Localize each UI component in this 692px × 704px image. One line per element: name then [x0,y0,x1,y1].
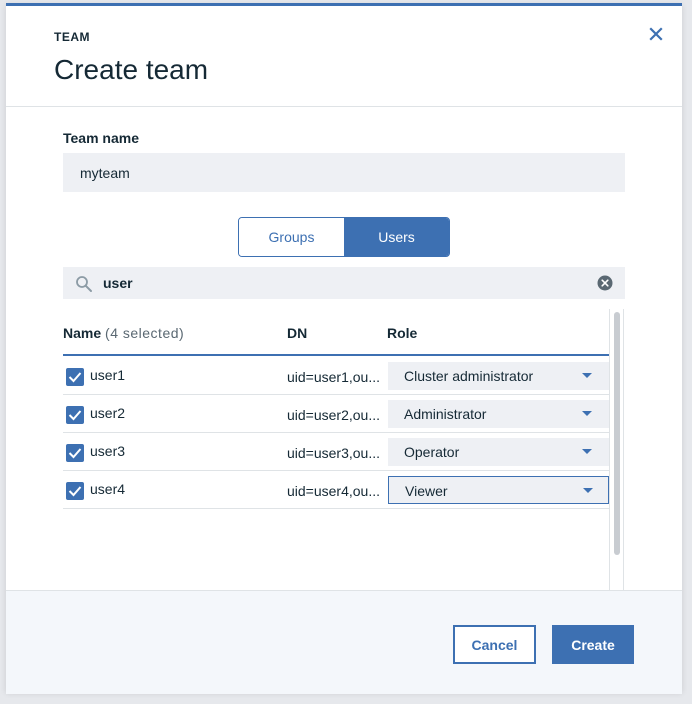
dialog-header: TEAM Create team [6,6,682,107]
scrollbar-thumb[interactable] [614,312,620,555]
role-value: Viewer [405,483,448,499]
checkmark-icon [68,410,82,421]
dialog-eyebrow: TEAM [54,30,90,44]
caret-down-icon [583,488,593,493]
table-row: user1 uid=user1,ou... Cluster administra… [63,357,610,395]
create-team-dialog: TEAM Create team Team name Groups Users … [6,3,682,694]
user-dn: uid=user4,ou... [287,483,381,499]
column-header-name[interactable]: Name (4 selected) [63,312,184,354]
caret-down-icon [582,411,592,416]
caret-down-icon [582,449,592,454]
table-header-divider [63,354,610,356]
user-name: user4 [90,481,126,497]
role-value: Administrator [404,406,487,422]
toggle-groups[interactable]: Groups [239,218,344,256]
user-search [63,267,625,299]
user-dn: uid=user3,ou... [287,445,381,461]
cancel-button[interactable]: Cancel [453,625,536,664]
row-checkbox[interactable] [66,406,84,424]
create-button[interactable]: Create [552,625,634,664]
row-checkbox[interactable] [66,444,84,462]
selected-count: (4 selected) [105,325,185,341]
caret-down-icon [582,373,592,378]
role-dropdown[interactable]: Cluster administrator [388,362,609,390]
table-row: user2 uid=user2,ou... Administrator [63,395,610,433]
column-header-role[interactable]: Role [387,312,417,354]
checkmark-icon [68,486,82,497]
search-input[interactable] [103,267,583,299]
checkmark-icon [68,448,82,459]
name-header-label: Name [63,325,102,341]
table-row: user4 uid=user4,ou... Viewer [63,471,610,509]
dialog-title: Create team [54,54,209,85]
toggle-users[interactable]: Users [344,218,449,256]
close-button[interactable] [646,24,666,44]
column-header-dn[interactable]: DN [287,312,307,354]
user-name: user3 [90,443,126,459]
table-row: user3 uid=user3,ou... Operator [63,433,610,471]
search-icon [76,276,92,292]
role-dropdown[interactable]: Administrator [388,400,609,428]
user-name: user1 [90,367,126,383]
row-checkbox[interactable] [66,368,84,386]
clear-search-icon[interactable] [597,275,613,291]
team-name-input[interactable] [63,153,625,192]
table-scrollbar[interactable] [609,309,624,591]
user-dn: uid=user2,ou... [287,407,381,423]
role-value: Cluster administrator [404,368,534,384]
role-dropdown[interactable]: Operator [388,438,609,466]
user-dn: uid=user1,ou... [287,369,381,385]
role-value: Operator [404,444,460,460]
team-name-label: Team name [63,130,139,146]
user-name: user2 [90,405,126,421]
dialog-footer: Cancel Create [6,590,682,694]
close-icon [649,27,663,41]
role-dropdown[interactable]: Viewer [388,476,609,504]
row-checkbox[interactable] [66,482,84,500]
groups-users-toggle: Groups Users [238,217,450,257]
checkmark-icon [68,372,82,383]
